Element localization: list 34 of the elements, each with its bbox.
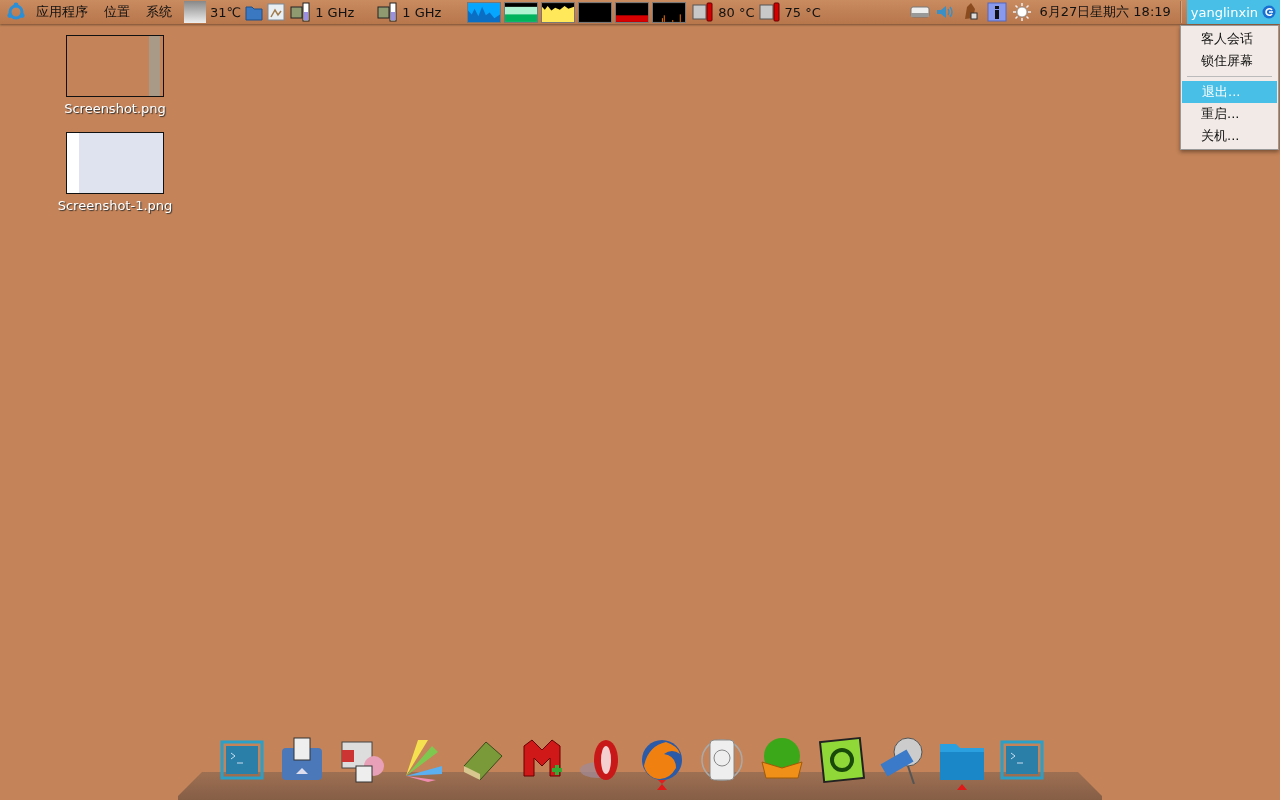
network-graph — [541, 1, 576, 23]
image-icon[interactable] — [267, 3, 286, 21]
file-name[interactable]: Screenshot.png — [64, 101, 166, 116]
cpu-icon[interactable] — [376, 2, 399, 22]
panel-menu[interactable]: 系统 — [140, 3, 178, 21]
sun-icon[interactable] — [1012, 2, 1033, 22]
power-icon — [1262, 5, 1276, 19]
cpu-graph — [467, 1, 502, 23]
panel-menu[interactable]: 应用程序 — [30, 3, 94, 21]
screenshot-thumbnail[interactable] — [66, 35, 164, 97]
menu-item[interactable]: 关机... — [1181, 125, 1278, 147]
menu-item[interactable]: 重启... — [1181, 103, 1278, 125]
cpu-icon[interactable] — [289, 2, 312, 22]
drive-icon[interactable] — [910, 5, 931, 19]
menu-item[interactable]: 客人会话 — [1181, 28, 1278, 50]
temperature-reading: 75 °C — [784, 4, 821, 20]
thermometer-icon[interactable] — [758, 2, 781, 22]
disk-graph — [652, 1, 687, 23]
cpu-frequency: 1 GHz — [315, 4, 355, 20]
folder-icon[interactable] — [245, 3, 264, 21]
thermometer-icon[interactable] — [692, 2, 715, 22]
weather-image — [184, 1, 206, 23]
load-graph — [615, 1, 650, 23]
screenshot-thumbnail[interactable] — [66, 132, 164, 194]
info-icon[interactable] — [987, 2, 1008, 22]
temperature-text: 31℃ — [210, 4, 242, 20]
temperature-reading: 80 °C — [718, 4, 755, 20]
swap-graph — [578, 1, 613, 23]
panel-menu[interactable]: 位置 — [98, 3, 136, 21]
file-name[interactable]: Screenshot-1.png — [57, 198, 173, 213]
cpu-frequency: 1 GHz — [402, 4, 442, 20]
memory-graph — [504, 1, 539, 23]
clock-text[interactable]: 6月27日星期六 18:19 — [1039, 3, 1171, 21]
menu-item[interactable]: 锁住屏幕 — [1181, 50, 1278, 72]
